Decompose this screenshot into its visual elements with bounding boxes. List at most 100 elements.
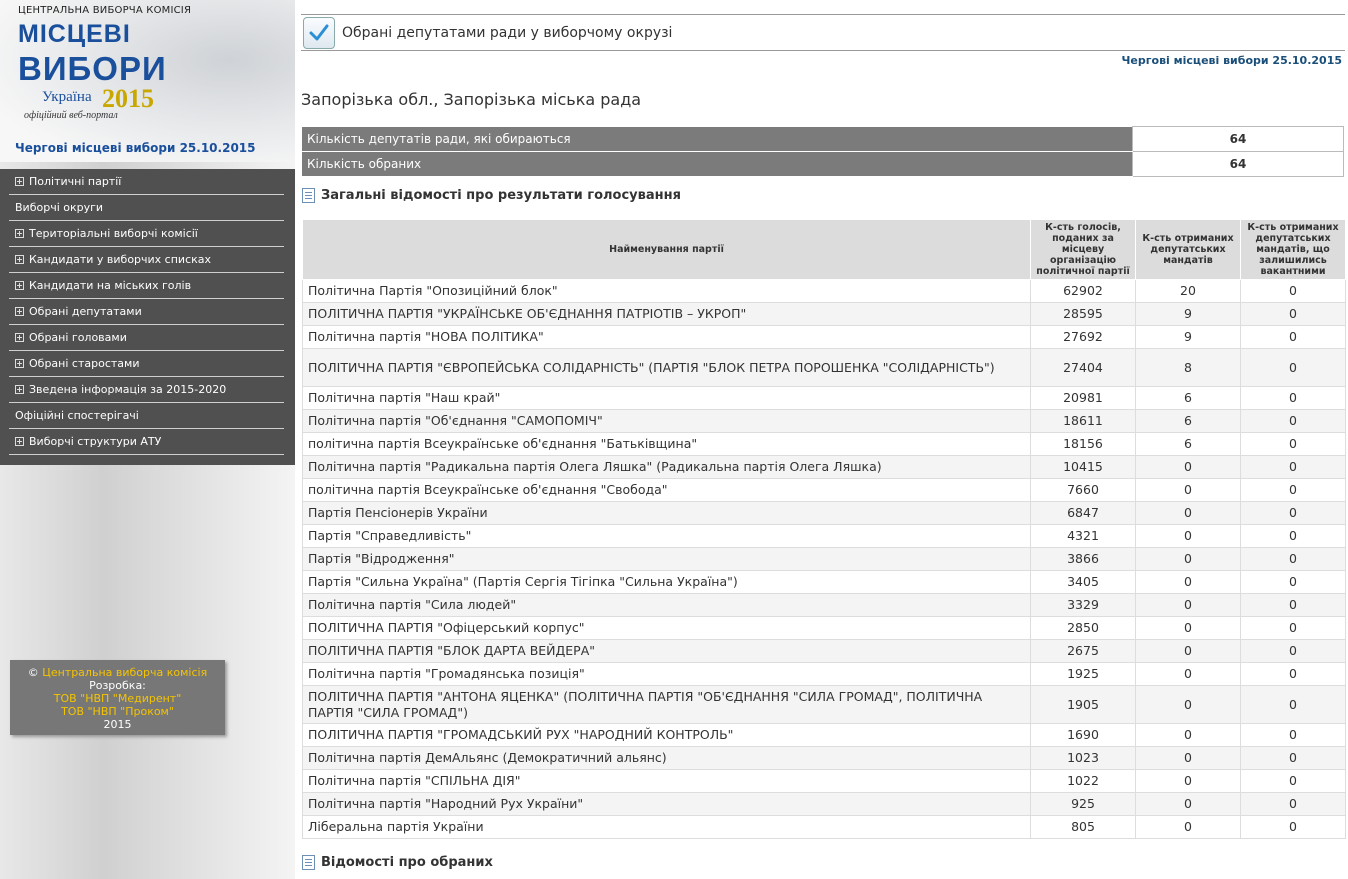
party-cell: ПОЛІТИЧНА ПАРТІЯ "Офіцерський корпус" xyxy=(302,616,1031,640)
mandates-cell: 0 xyxy=(1135,478,1241,502)
vacant-cell: 0 xyxy=(1240,769,1346,793)
sidebar-item[interactable]: Офіційні спостерігачі xyxy=(9,403,284,429)
sidebar-item[interactable]: Виборчі структури АТУ xyxy=(9,429,284,455)
table-row: політична партія Всеукраїнське об'єднанн… xyxy=(302,478,1346,502)
table-row: Політична партія "Радикальна партія Олег… xyxy=(302,455,1346,479)
mandates-cell: 0 xyxy=(1135,723,1241,747)
vacant-cell: 0 xyxy=(1240,478,1346,502)
expand-plus-icon[interactable] xyxy=(15,229,24,238)
votes-cell: 2675 xyxy=(1030,639,1136,663)
expand-plus-icon[interactable] xyxy=(15,359,24,368)
votes-cell: 1690 xyxy=(1030,723,1136,747)
banner-title-line1: МІСЦЕВІ xyxy=(18,20,131,48)
sidebar-item[interactable]: Обрані депутатами xyxy=(9,299,284,325)
sidebar-item[interactable]: Територіальні виборчі комісії xyxy=(9,221,284,247)
col-vacant-header: К-сть отриманих депутатських мандатів, щ… xyxy=(1240,219,1346,280)
sidebar-item-label: Політичні партії xyxy=(29,175,122,188)
site-banner[interactable]: ЦЕНТРАЛЬНА ВИБОРЧА КОМІСІЯ МІСЦЕВІ ВИБОР… xyxy=(0,0,295,162)
table-row: Партія Пенсіонерів України 6847 0 0 xyxy=(302,501,1346,525)
sidebar-item[interactable]: Обрані старостами xyxy=(9,351,284,377)
votes-cell: 3866 xyxy=(1030,547,1136,571)
votes-cell: 1023 xyxy=(1030,746,1136,770)
table-row: Політична партія "Об'єднання "САМОПОМІЧ"… xyxy=(302,409,1346,433)
expand-plus-icon[interactable] xyxy=(15,281,24,290)
table-row: Партія "Відродження" 3866 0 0 xyxy=(302,547,1346,571)
sidebar-item-label: Обрані старостами xyxy=(29,357,140,370)
mandates-cell: 0 xyxy=(1135,746,1241,770)
region-title: Запорізька обл., Запорізька міська рада xyxy=(301,90,642,109)
party-cell: Партія "Відродження" xyxy=(302,547,1031,571)
vacant-cell: 0 xyxy=(1240,302,1346,326)
sidebar-item[interactable]: Виборчі округи xyxy=(9,195,284,221)
table-row: Політична партія "Народний Рух України" 9… xyxy=(302,792,1346,816)
expand-plus-icon[interactable] xyxy=(15,333,24,342)
party-cell: ПОЛІТИЧНА ПАРТІЯ "АНТОНА ЯЦЕНКА" (ПОЛІТИ… xyxy=(302,685,1031,724)
table-row: ПОЛІТИЧНА ПАРТІЯ "УКРАЇНСЬКЕ ОБ'ЄДНАННЯ … xyxy=(302,302,1346,326)
mandates-cell: 0 xyxy=(1135,662,1241,686)
banner-cvk: ЦЕНТРАЛЬНА ВИБОРЧА КОМІСІЯ xyxy=(18,5,192,16)
mandates-cell: 6 xyxy=(1135,409,1241,433)
mandates-cell: 6 xyxy=(1135,386,1241,410)
table-row: політична партія Всеукраїнське об'єднанн… xyxy=(302,432,1346,456)
table-row: ПОЛІТИЧНА ПАРТІЯ "ЄВРОПЕЙСЬКА СОЛІДАРНІС… xyxy=(302,348,1346,387)
expand-plus-icon[interactable] xyxy=(15,437,24,446)
votes-cell: 4321 xyxy=(1030,524,1136,548)
mandates-cell: 0 xyxy=(1135,815,1241,839)
footer-cvk-link[interactable]: Центральна виборча комісія xyxy=(42,666,207,679)
vacant-cell: 0 xyxy=(1240,524,1346,548)
sidebar-item-label: Територіальні виборчі комісії xyxy=(29,227,198,240)
votes-cell: 925 xyxy=(1030,792,1136,816)
votes-cell: 27404 xyxy=(1030,348,1136,387)
vacant-cell: 0 xyxy=(1240,685,1346,724)
footer-dev-label: Розробка: xyxy=(89,679,146,692)
sidebar-item[interactable]: Кандидати у виборчих списках xyxy=(9,247,284,273)
votes-cell: 27692 xyxy=(1030,325,1136,349)
footer-year: 2015 xyxy=(103,718,132,731)
footer-dev1-link[interactable]: ТОВ "НВП "Медирент" xyxy=(10,692,225,705)
sidebar-item-label: Виборчі структури АТУ xyxy=(29,435,162,448)
party-cell: Політична партія "НОВА ПОЛІТИКА" xyxy=(302,325,1031,349)
expand-plus-icon[interactable] xyxy=(15,307,24,316)
mandates-cell: 6 xyxy=(1135,432,1241,456)
sidebar-item-label: Зведена інформація за 2015-2020 xyxy=(29,383,227,396)
results-section-title: Загальні відомості про результати голосу… xyxy=(321,188,681,203)
party-cell: Політична партія "Громадянська позиція" xyxy=(302,662,1031,686)
footer-box: © Центральна виборча комісія Розробка: Т… xyxy=(10,660,225,735)
sidebar-item[interactable]: Обрані головами xyxy=(9,325,284,351)
party-cell: Партія "Сильна Україна" (Партія Сергія Т… xyxy=(302,570,1031,594)
sidebar-item[interactable]: Кандидати на міських голів xyxy=(9,273,284,299)
votes-cell: 805 xyxy=(1030,815,1136,839)
banner-election-date[interactable]: Чергові місцеві вибори 25.10.2015 xyxy=(15,141,256,155)
party-cell: Партія Пенсіонерів України xyxy=(302,501,1031,525)
party-cell: Ліберальна партія України xyxy=(302,815,1031,839)
mandates-cell: 8 xyxy=(1135,348,1241,387)
checklist-icon xyxy=(303,17,335,49)
expand-plus-icon[interactable] xyxy=(15,385,24,394)
footer-dev2-link[interactable]: ТОВ "НВП "Проком" xyxy=(10,705,225,718)
mandates-cell: 9 xyxy=(1135,325,1241,349)
vacant-cell: 0 xyxy=(1240,815,1346,839)
election-link[interactable]: Чергові місцеві вибори 25.10.2015 xyxy=(1122,54,1342,67)
table-row: Політична партія "НОВА ПОЛІТИКА" 27692 9 0 xyxy=(302,325,1346,349)
party-cell: Політична партія "Народний Рух України" xyxy=(302,792,1031,816)
vacant-cell: 0 xyxy=(1240,639,1346,663)
results-section-heading: Загальні відомості про результати голосу… xyxy=(302,188,681,203)
mandates-cell: 9 xyxy=(1135,302,1241,326)
vacant-cell: 0 xyxy=(1240,501,1346,525)
page-title: Обрані депутатами ради у виборчому окруз… xyxy=(342,25,673,41)
mandates-cell: 0 xyxy=(1135,593,1241,617)
table-row: ПОЛІТИЧНА ПАРТІЯ "Офіцерський корпус" 285… xyxy=(302,616,1346,640)
votes-cell: 10415 xyxy=(1030,455,1136,479)
expand-plus-icon[interactable] xyxy=(15,177,24,186)
sidebar-item-label: Кандидати у виборчих списках xyxy=(29,253,212,266)
votes-cell: 1925 xyxy=(1030,662,1136,686)
party-cell: ПОЛІТИЧНА ПАРТІЯ "УКРАЇНСЬКЕ ОБ'ЄДНАННЯ … xyxy=(302,302,1031,326)
votes-cell: 6847 xyxy=(1030,501,1136,525)
sidebar: ЦЕНТРАЛЬНА ВИБОРЧА КОМІСІЯ МІСЦЕВІ ВИБОР… xyxy=(0,0,295,879)
sidebar-item[interactable]: Зведена інформація за 2015-2020 xyxy=(9,377,284,403)
sidebar-item[interactable]: Політичні партії xyxy=(9,169,284,195)
expand-plus-icon[interactable] xyxy=(15,255,24,264)
copyright-sign: © xyxy=(27,666,39,679)
table-row: ПОЛІТИЧНА ПАРТІЯ "ГРОМАДСЬКИЙ РУХ "НАРОД… xyxy=(302,723,1346,747)
mandates-cell: 0 xyxy=(1135,547,1241,571)
